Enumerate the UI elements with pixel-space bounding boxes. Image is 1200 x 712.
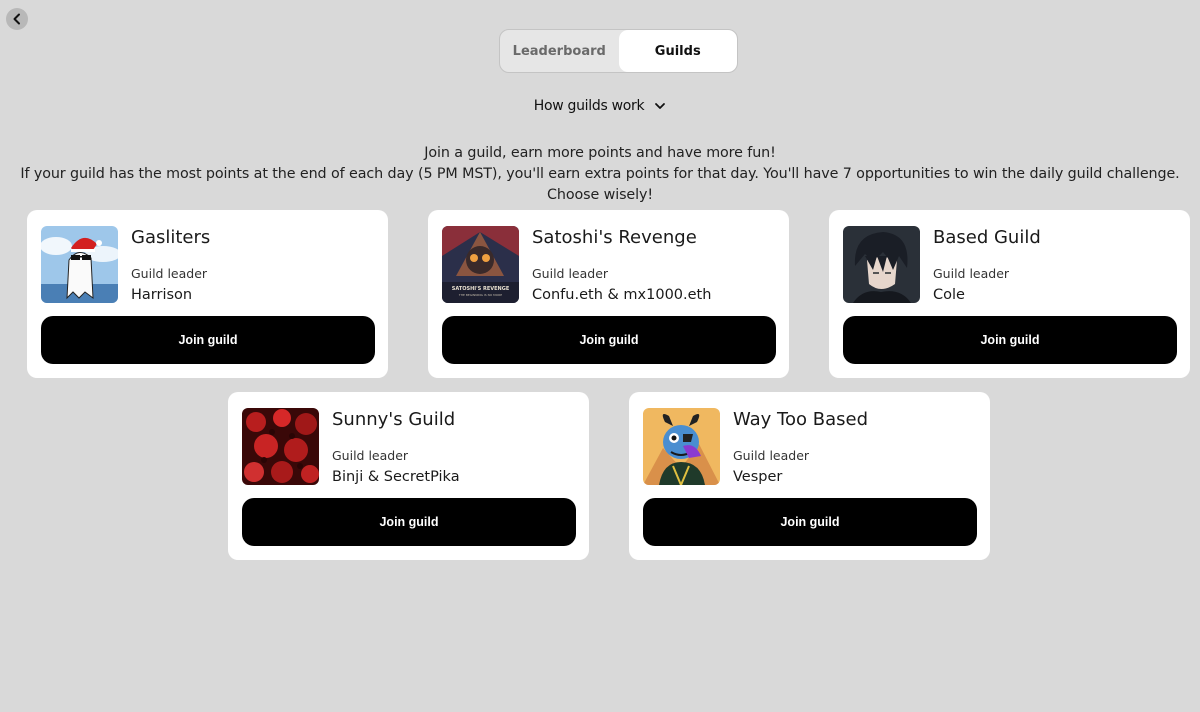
guild-leader-label: Guild leader bbox=[332, 448, 409, 463]
satoshi-poster-avatar: SATOSHI'S REVENGE THE BEGINNING IS NO MO… bbox=[442, 226, 519, 303]
guild-card-gasliters: Gasliters Guild leader Harrison Join gui… bbox=[27, 210, 388, 378]
guild-name: Satoshi's Revenge bbox=[532, 227, 697, 248]
join-guild-button[interactable]: Join guild bbox=[643, 498, 977, 546]
guild-leader-name: Vesper bbox=[733, 469, 783, 485]
ghost-santa-avatar bbox=[41, 226, 118, 303]
join-guild-button[interactable]: Join guild bbox=[442, 316, 776, 364]
back-button[interactable] bbox=[6, 8, 28, 30]
intro-line-2: If your guild has the most points at the… bbox=[20, 166, 1180, 203]
guild-leader-name: Harrison bbox=[131, 287, 193, 303]
horned-creature-avatar bbox=[643, 408, 720, 485]
guild-card-way-too-based: Way Too Based Guild leader Vesper Join g… bbox=[629, 392, 990, 560]
guild-card-sunnys-guild: Sunny's Guild Guild leader Binji & Secre… bbox=[228, 392, 589, 560]
guild-name: Way Too Based bbox=[733, 409, 868, 430]
join-guild-button[interactable]: Join guild bbox=[41, 316, 375, 364]
guild-name: Based Guild bbox=[933, 227, 1041, 248]
tab-guilds[interactable]: Guilds bbox=[618, 30, 737, 72]
chevron-down-icon bbox=[655, 103, 666, 109]
anime-character-avatar bbox=[843, 226, 920, 303]
guild-leader-label: Guild leader bbox=[532, 266, 609, 281]
guild-leader-label: Guild leader bbox=[733, 448, 810, 463]
avatar-poster-title: SATOSHI'S REVENGE bbox=[452, 286, 510, 292]
guild-card-based-guild: Based Guild Guild leader Cole Join guild bbox=[829, 210, 1190, 378]
guild-name: Gasliters bbox=[131, 227, 211, 248]
red-pattern-avatar bbox=[242, 408, 319, 485]
guild-leader-name: Cole bbox=[933, 287, 965, 303]
how-guilds-work-label: How guilds work bbox=[533, 98, 645, 114]
join-guild-button[interactable]: Join guild bbox=[242, 498, 576, 546]
guild-card-satoshis-revenge: SATOSHI'S REVENGE THE BEGINNING IS NO MO… bbox=[428, 210, 789, 378]
guild-leader-name: Confu.eth & mx1000.eth bbox=[532, 287, 712, 303]
guild-leader-label: Guild leader bbox=[933, 266, 1010, 281]
join-guild-button[interactable]: Join guild bbox=[843, 316, 1177, 364]
intro-text: Join a guild, earn more points and have … bbox=[0, 143, 1200, 206]
intro-line-1: Join a guild, earn more points and have … bbox=[424, 145, 776, 161]
guild-leader-label: Guild leader bbox=[131, 266, 208, 281]
guild-leader-name: Binji & SecretPika bbox=[332, 469, 460, 485]
how-guilds-work-row: How guilds work bbox=[0, 98, 1200, 114]
view-tabs: Leaderboard Guilds bbox=[499, 29, 738, 73]
guild-name: Sunny's Guild bbox=[332, 409, 456, 430]
chevron-left-icon bbox=[13, 13, 20, 25]
avatar-poster-subtitle: THE BEGINNING IS NO MORE bbox=[458, 293, 502, 297]
how-guilds-work-toggle[interactable]: How guilds work bbox=[534, 98, 667, 114]
tab-leaderboard[interactable]: Leaderboard bbox=[500, 30, 619, 72]
